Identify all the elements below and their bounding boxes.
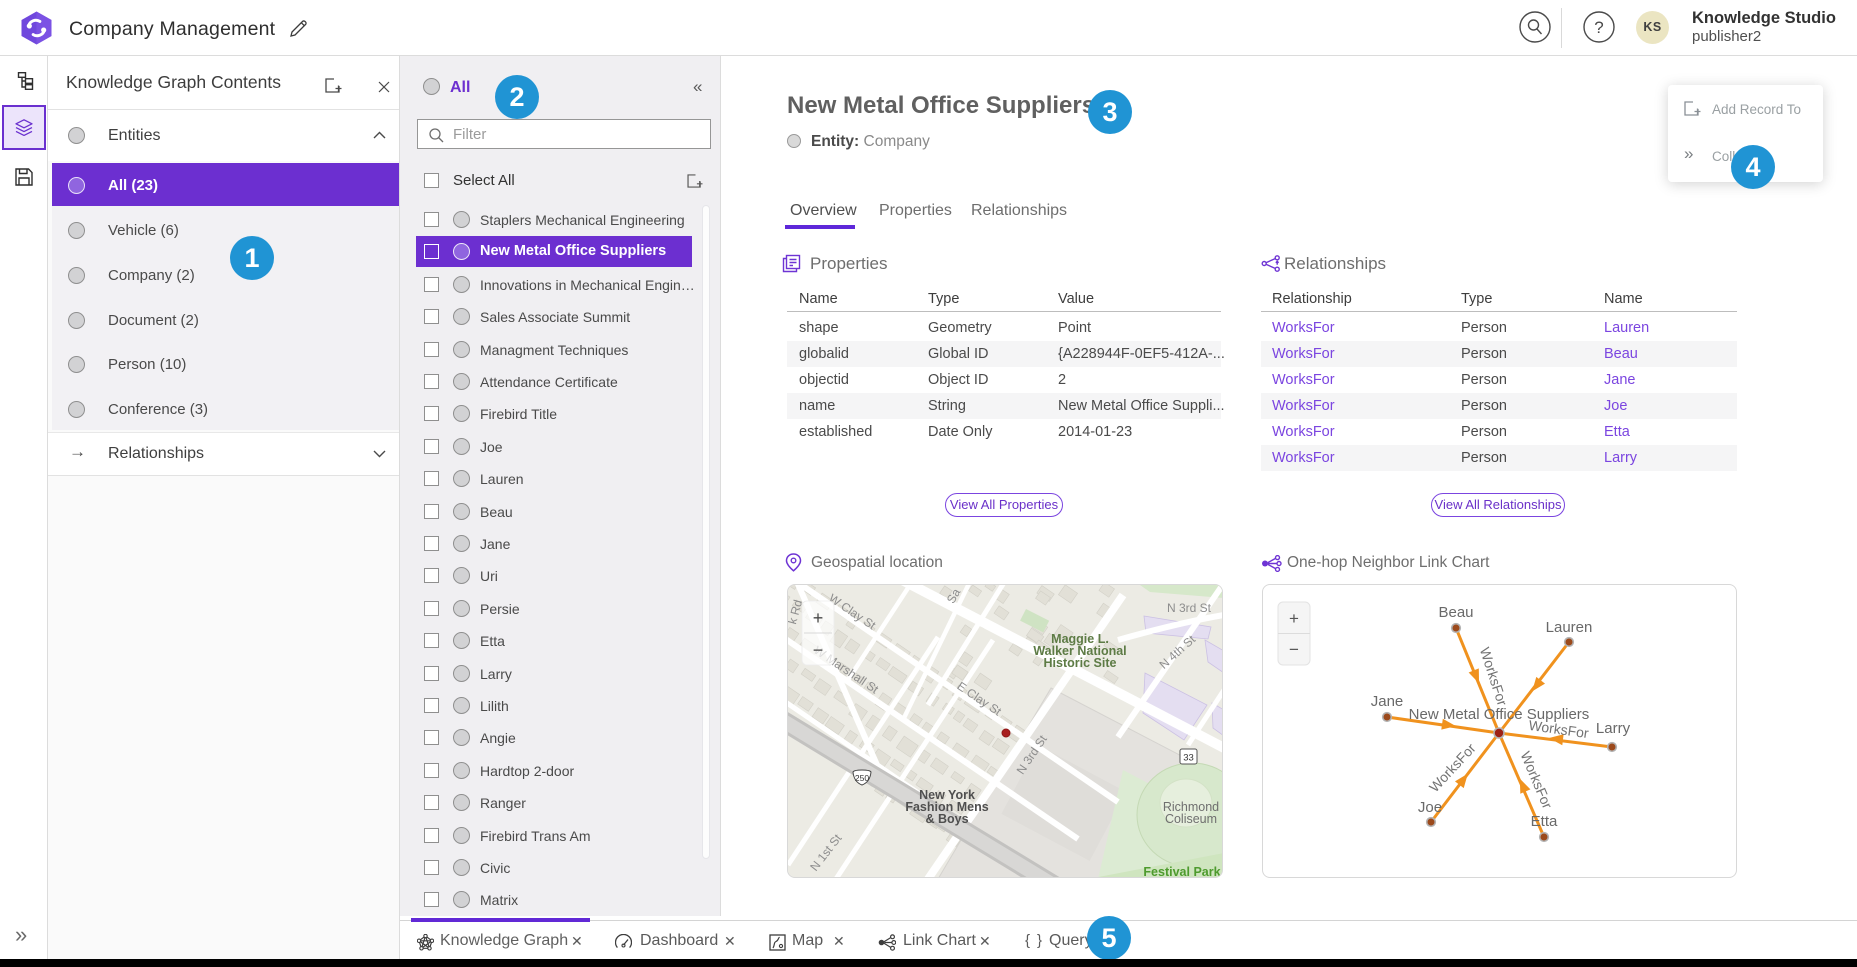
svg-text:Larry: Larry <box>1596 720 1631 737</box>
svg-text:Lauren: Lauren <box>1546 619 1593 636</box>
svg-text:Coliseum: Coliseum <box>1165 812 1217 826</box>
svg-text:250: 250 <box>855 773 869 783</box>
svg-text:Festival Park: Festival Park <box>1143 865 1220 878</box>
svg-text:Etta: Etta <box>1531 813 1558 830</box>
svg-text:& Boys: & Boys <box>925 812 968 826</box>
svg-text:WorksFor: WorksFor <box>1517 749 1555 811</box>
svg-text:+: + <box>813 608 824 628</box>
svg-text:N 3rd St: N 3rd St <box>1167 601 1212 615</box>
svg-text:New Metal Office Suppliers: New Metal Office Suppliers <box>1409 706 1590 723</box>
svg-text:−: − <box>1289 640 1299 659</box>
svg-text:Beau: Beau <box>1438 604 1473 621</box>
svg-text:WorksFor: WorksFor <box>1477 645 1511 708</box>
svg-text:−: − <box>813 640 824 660</box>
svg-text:Historic Site: Historic Site <box>1044 656 1117 670</box>
svg-text:Jane: Jane <box>1371 693 1404 710</box>
svg-text:?: ? <box>1594 18 1603 37</box>
svg-text:33: 33 <box>1183 753 1194 764</box>
svg-text:+: + <box>1289 609 1299 628</box>
svg-text:Joe: Joe <box>1418 799 1442 816</box>
